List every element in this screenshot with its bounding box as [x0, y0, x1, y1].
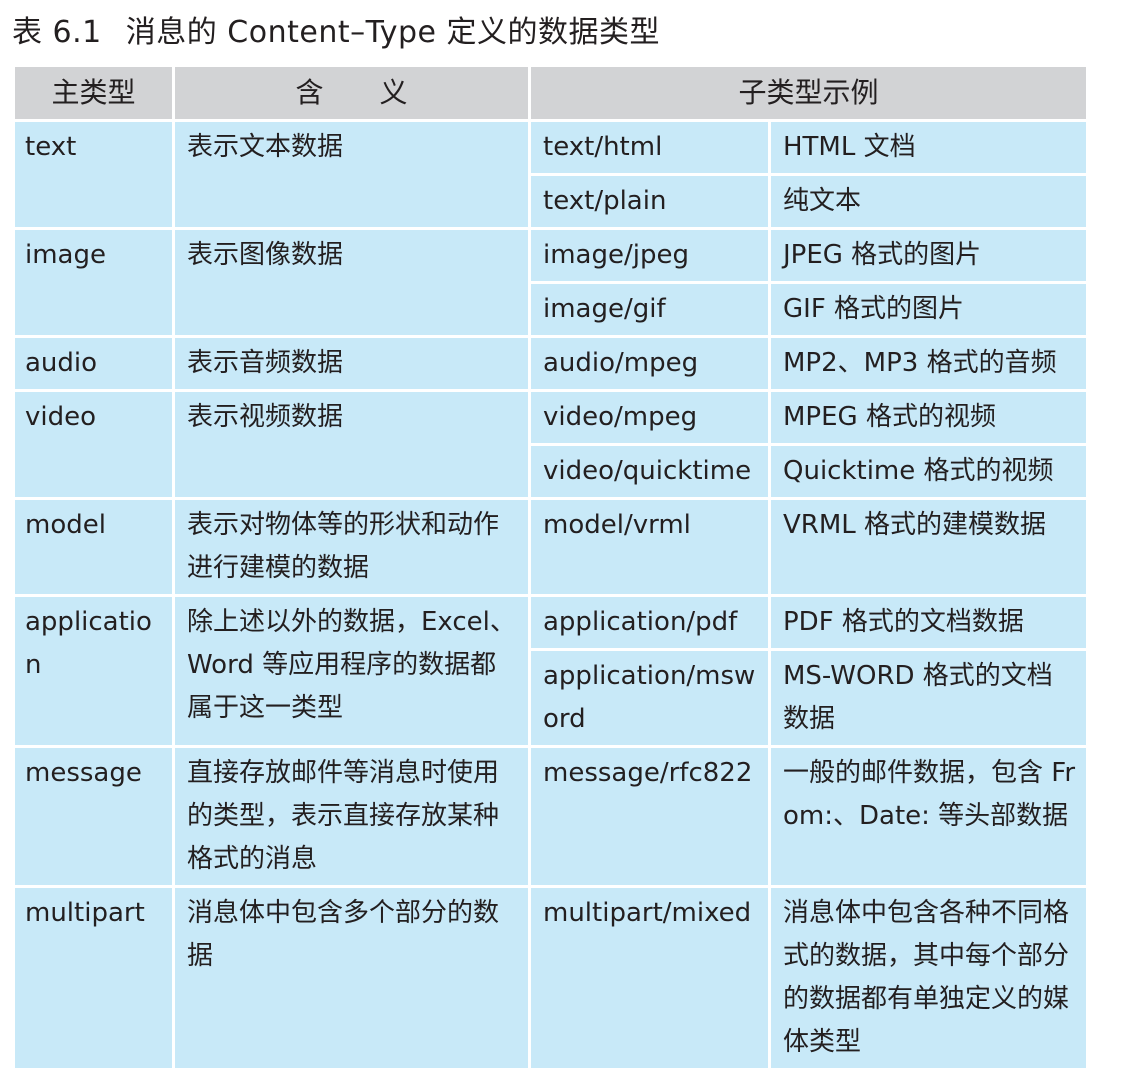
- meaning-cell: 直接存放邮件等消息时使用的类型，表示直接存放某种格式的消息: [172, 745, 531, 888]
- meaning-cell: 除上述以外的数据，Excel、Word 等应用程序的数据都属于这一类型: [172, 594, 531, 748]
- subtype-description-cell: JPEG 格式的图片: [767, 227, 1090, 284]
- main-type-cell: multipart: [12, 885, 175, 1071]
- meaning-cell: 表示音频数据: [172, 335, 531, 392]
- table-row: audio 表示音频数据 audio/mpeg MP2、MP3 格式的音频: [12, 335, 1090, 392]
- subtype-name-cell: message/rfc822: [528, 745, 771, 888]
- content-type-table: 主类型 含 义 子类型示例 text 表示文本数据 text/html HTML 文档…: [12, 64, 1090, 1071]
- main-type-cell: model: [12, 497, 175, 597]
- table-row: message 直接存放邮件等消息时使用的类型，表示直接存放某种格式的消息 mess…: [12, 745, 1090, 888]
- subtype-name-cell: image/jpeg: [528, 227, 771, 284]
- main-type-cell: application: [12, 594, 175, 748]
- subtype-name-cell: multipart/mixed: [528, 885, 771, 1071]
- table-row: application 除上述以外的数据，Excel、Word 等应用程序的数据都…: [12, 594, 1090, 748]
- table-row: multipart 消息体中包含多个部分的数据 multipart/mixed 消息体…: [12, 885, 1090, 1071]
- subtype-description-cell: HTML 文档: [767, 119, 1090, 176]
- subtype-name-cell: model/vrml: [528, 497, 771, 597]
- table-row: image 表示图像数据 image/jpeg JPEG 格式的图片: [12, 227, 1090, 338]
- main-type-cell: audio: [12, 335, 175, 392]
- main-type-cell: video: [12, 389, 175, 500]
- table-row: video 表示视频数据 video/mpeg MPEG 格式的视频: [12, 389, 1090, 500]
- caption-number: 表 6.1: [12, 15, 102, 50]
- subtype-description-cell: 消息体中包含各种不同格式的数据，其中每个部分的数据都有单独定义的媒体类型: [767, 885, 1090, 1071]
- meaning-cell: 表示图像数据: [172, 227, 531, 338]
- caption-title: 消息的 Content–Type 定义的数据类型: [125, 15, 661, 50]
- subtype-description-cell: 纯文本: [767, 173, 1090, 230]
- subtype-name-cell: text/html: [528, 119, 771, 176]
- header-meaning: 含 义: [172, 64, 531, 122]
- subtype-description-cell: MP2、MP3 格式的音频: [767, 335, 1090, 392]
- subtype-description-cell: VRML 格式的建模数据: [767, 497, 1090, 597]
- main-type-cell: image: [12, 227, 175, 338]
- subtype-name-cell: application/msword: [528, 648, 771, 748]
- subtype-description-cell: 一般的邮件数据，包含 From:、Date: 等头部数据: [767, 745, 1090, 888]
- subtype-name-cell: video/quicktime: [528, 443, 771, 500]
- subtype-description-cell: MS-WORD 格式的文档数据: [767, 648, 1090, 748]
- subtype-name-cell: image/gif: [528, 281, 771, 338]
- subtype-name-cell: video/mpeg: [528, 389, 771, 446]
- table-row: text 表示文本数据 text/html HTML 文档: [12, 119, 1090, 230]
- main-type-cell: message: [12, 745, 175, 888]
- subtype-description-cell: GIF 格式的图片: [767, 281, 1090, 338]
- main-type-cell: text: [12, 119, 175, 230]
- subtype-name-cell: audio/mpeg: [528, 335, 771, 392]
- meaning-cell: 表示视频数据: [172, 389, 531, 500]
- meaning-cell: 表示对物体等的形状和动作进行建模的数据: [172, 497, 531, 597]
- header-main-type: 主类型: [12, 64, 175, 122]
- table-row: model 表示对物体等的形状和动作进行建模的数据 model/vrml VRML 格…: [12, 497, 1090, 597]
- subtype-description-cell: MPEG 格式的视频: [767, 389, 1090, 446]
- table-body: text 表示文本数据 text/html HTML 文档 text/plain 纯文本 i…: [12, 119, 1090, 1071]
- meaning-cell: 消息体中包含多个部分的数据: [172, 885, 531, 1071]
- header-subtype-examples: 子类型示例: [527, 64, 1090, 122]
- header-row: 主类型 含 义 子类型示例: [12, 64, 1090, 122]
- subtype-description-cell: Quicktime 格式的视频: [767, 443, 1090, 500]
- subtype-description-cell: PDF 格式的文档数据: [767, 594, 1090, 651]
- subtype-name-cell: application/pdf: [528, 594, 771, 651]
- meaning-cell: 表示文本数据: [172, 119, 531, 230]
- table-caption: 表 6.1 消息的 Content–Type 定义的数据类型: [12, 12, 660, 54]
- subtype-name-cell: text/plain: [528, 173, 771, 230]
